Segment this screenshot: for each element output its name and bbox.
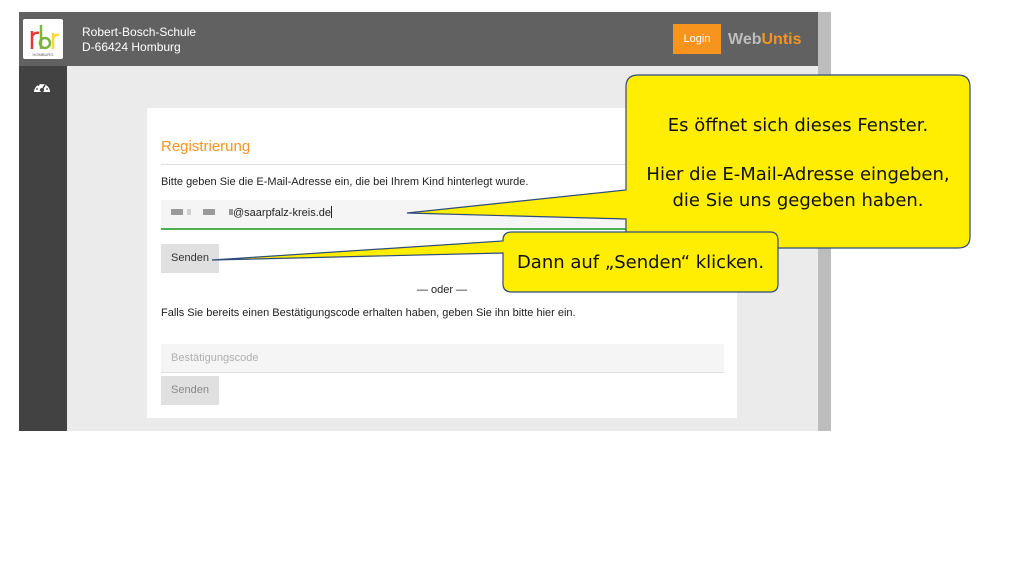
callout-email-line1: Es öffnet sich dieses Fenster. (667, 115, 929, 136)
callout-email (406, 74, 971, 249)
callout-email-line3: die Sie uns gegeben haben. (672, 190, 924, 211)
callout-send-text: Dann auf „Senden“ klicken. (516, 252, 765, 273)
annotation-overlay (211, 74, 971, 293)
callout-email-line2: Hier die E-Mail-Adresse eingeben, (646, 164, 950, 185)
